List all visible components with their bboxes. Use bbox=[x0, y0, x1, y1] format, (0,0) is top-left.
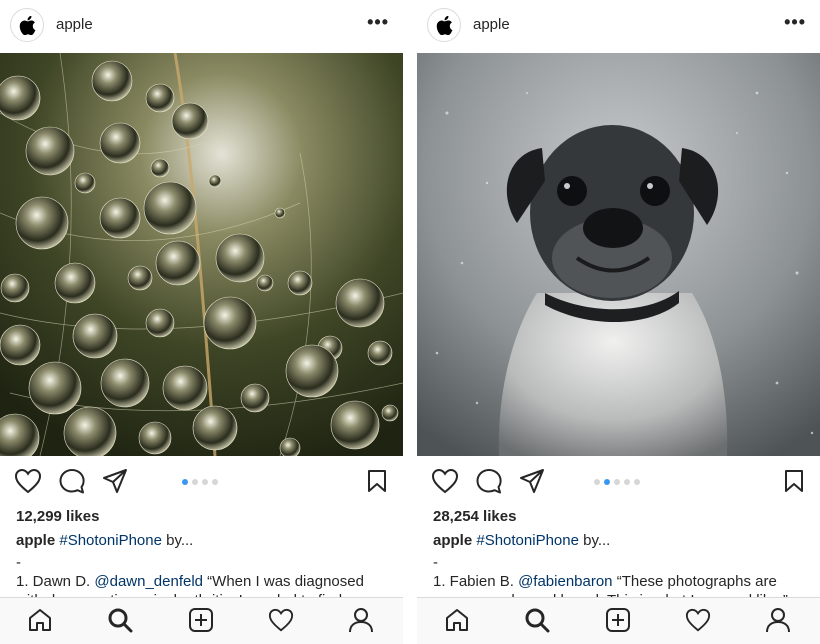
likes-count[interactable]: 12,299 likes bbox=[16, 508, 99, 525]
activity-icon[interactable] bbox=[268, 607, 294, 633]
post-actions bbox=[0, 463, 403, 503]
share-icon[interactable] bbox=[102, 468, 128, 494]
more-options-icon[interactable]: ••• bbox=[784, 12, 806, 33]
likes-count[interactable]: 28,254 likes bbox=[433, 508, 516, 525]
comment-icon[interactable] bbox=[475, 468, 503, 495]
home-icon[interactable] bbox=[27, 607, 53, 633]
carousel-dot bbox=[634, 479, 640, 485]
carousel-dot bbox=[202, 479, 208, 485]
more-options-icon[interactable]: ••• bbox=[367, 12, 389, 33]
carousel-dot bbox=[594, 479, 600, 485]
carousel-dot bbox=[604, 479, 610, 485]
caption-text: 1. Dawn D. bbox=[16, 573, 95, 590]
post-photo-pug[interactable] bbox=[417, 53, 820, 456]
post-panel-1: apple ••• 12,299 likes apple #ShotoniPho… bbox=[0, 0, 403, 644]
profile-icon[interactable] bbox=[348, 607, 374, 633]
bookmark-icon[interactable] bbox=[367, 469, 387, 493]
bottom-nav bbox=[417, 597, 820, 644]
caption-more[interactable]: by... bbox=[579, 532, 610, 549]
caption-username[interactable]: apple bbox=[433, 532, 472, 549]
hashtag-link[interactable]: #ShotoniPhone bbox=[59, 532, 162, 549]
carousel-dot bbox=[624, 479, 630, 485]
caption-dash: - bbox=[433, 554, 438, 571]
new-post-icon[interactable] bbox=[605, 607, 631, 633]
post-header: apple ••• bbox=[417, 0, 820, 53]
carousel-indicator bbox=[594, 479, 640, 485]
activity-icon[interactable] bbox=[685, 607, 711, 633]
apple-logo-icon bbox=[19, 16, 36, 35]
mention-link[interactable]: @dawn_denfeld bbox=[94, 573, 203, 590]
username[interactable]: apple bbox=[56, 16, 93, 33]
carousel-dot bbox=[192, 479, 198, 485]
post-panel-2: apple ••• 28,254 likes apple #ShotoniPho… bbox=[417, 0, 820, 644]
caption-more[interactable]: by... bbox=[162, 532, 193, 549]
panel-divider bbox=[403, 0, 417, 644]
search-icon[interactable] bbox=[107, 607, 133, 633]
heart-icon[interactable] bbox=[431, 468, 459, 494]
carousel-indicator bbox=[182, 479, 218, 485]
post-photo-water-droplets[interactable] bbox=[0, 53, 403, 456]
avatar[interactable] bbox=[427, 8, 461, 42]
heart-icon[interactable] bbox=[14, 468, 42, 494]
mention-link[interactable]: @fabienbaron bbox=[518, 573, 612, 590]
post-header: apple ••• bbox=[0, 0, 403, 53]
caption: apple #ShotoniPhone by... bbox=[433, 532, 610, 549]
caption-username[interactable]: apple bbox=[16, 532, 55, 549]
carousel-dot bbox=[182, 479, 188, 485]
caption-text: “These photographs are bbox=[612, 573, 777, 590]
bookmark-icon[interactable] bbox=[784, 469, 804, 493]
username[interactable]: apple bbox=[473, 16, 510, 33]
carousel-dot bbox=[212, 479, 218, 485]
avatar[interactable] bbox=[10, 8, 44, 42]
home-icon[interactable] bbox=[444, 607, 470, 633]
new-post-icon[interactable] bbox=[188, 607, 214, 633]
caption: apple #ShotoniPhone by... bbox=[16, 532, 193, 549]
caption-text: 1. Fabien B. bbox=[433, 573, 519, 590]
caption-text: “When I was diagnosed bbox=[203, 573, 364, 590]
caption-dash: - bbox=[16, 554, 21, 571]
carousel-dot bbox=[614, 479, 620, 485]
profile-icon[interactable] bbox=[765, 607, 791, 633]
share-icon[interactable] bbox=[519, 468, 545, 494]
comment-icon[interactable] bbox=[58, 468, 86, 495]
apple-logo-icon bbox=[436, 16, 453, 35]
search-icon[interactable] bbox=[524, 607, 550, 633]
post-actions bbox=[417, 463, 820, 503]
bottom-nav bbox=[0, 597, 403, 644]
hashtag-link[interactable]: #ShotoniPhone bbox=[476, 532, 579, 549]
